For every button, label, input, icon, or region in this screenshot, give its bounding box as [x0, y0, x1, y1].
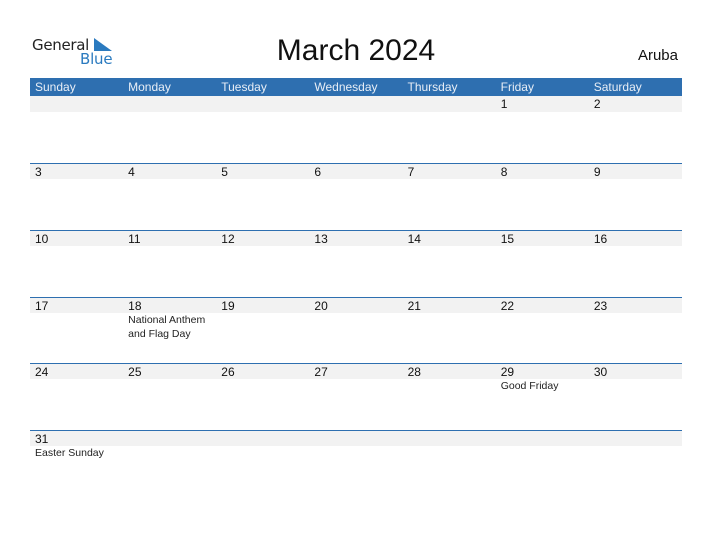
week-row: 24 25 26 27 28 29 Good Friday 30	[30, 363, 682, 430]
day-number: 27	[314, 365, 328, 379]
day-cell: 27	[309, 363, 402, 430]
day-cell: 7	[403, 163, 496, 230]
weekday-monday: Monday	[128, 80, 171, 94]
day-cell: 8	[496, 163, 589, 230]
weekday-wednesday: Wednesday	[314, 80, 378, 94]
day-number: 22	[500, 299, 515, 313]
day-cell: 10	[30, 230, 123, 297]
day-number: 20	[314, 299, 328, 313]
day-number: 1	[500, 97, 508, 111]
week-row: 3 4 5 6 7 8 9	[30, 163, 682, 230]
day-number: 12	[221, 232, 235, 246]
page-title: March 2024	[276, 34, 436, 67]
day-number: 8	[500, 165, 508, 179]
day-cell	[30, 96, 123, 163]
weekday-tuesday: Tuesday	[221, 80, 267, 94]
week-row: 31 Easter Sunday	[30, 430, 682, 497]
week-row: 17 18 National Anthem and Flag Day 19 20 21 22…	[30, 297, 682, 364]
day-number: 2	[593, 97, 601, 111]
holiday-label: National Anthem and Flag Day	[128, 314, 206, 340]
weekday-sunday: Sunday	[35, 80, 76, 94]
day-number: 13	[314, 232, 328, 246]
day-cell: 2	[589, 96, 682, 163]
day-number: 11	[128, 232, 141, 246]
day-cell: 5	[216, 163, 309, 230]
day-number: 5	[221, 165, 228, 179]
day-cell: 31 Easter Sunday	[30, 430, 123, 497]
day-number: 14	[407, 232, 421, 246]
day-number: 3	[35, 165, 42, 179]
day-cell: 22	[496, 297, 589, 364]
day-number: 29	[500, 365, 515, 379]
day-cell	[216, 430, 309, 497]
day-number: 16	[593, 232, 608, 246]
day-number: 30	[593, 365, 608, 379]
day-cell: 12	[216, 230, 309, 297]
day-cell: 14	[403, 230, 496, 297]
day-cell: 26	[216, 363, 309, 430]
week-row: 10 11 12 13 14 15 16	[30, 230, 682, 297]
day-cell	[309, 96, 402, 163]
holiday-label: Easter Sunday	[35, 447, 104, 459]
week-row: 12	[30, 96, 682, 163]
day-cell: 29 Good Friday	[496, 363, 589, 430]
day-cell: 20	[309, 297, 402, 364]
day-cell: 24	[30, 363, 123, 430]
weekday-thursday: Thursday	[407, 80, 458, 94]
day-cell: 1	[496, 96, 589, 163]
day-number: 28	[407, 365, 421, 379]
day-number: 19	[221, 299, 235, 313]
day-cell: 25	[123, 363, 216, 430]
day-cell	[123, 96, 216, 163]
day-number: 18	[128, 299, 142, 313]
country-label: Aruba	[637, 47, 678, 64]
day-cell	[216, 96, 309, 163]
day-cell: 16	[589, 230, 682, 297]
day-cell: 9	[589, 163, 682, 230]
weekday-friday: Friday	[500, 80, 534, 94]
day-cell: 15	[496, 230, 589, 297]
day-number: 21	[407, 299, 421, 313]
day-cell: 11	[123, 230, 216, 297]
day-cell	[496, 430, 589, 497]
day-number: 23	[593, 299, 608, 313]
day-cell: 13	[309, 230, 402, 297]
day-number: 24	[35, 365, 49, 379]
day-number: 25	[128, 365, 142, 379]
day-cell: 21	[403, 297, 496, 364]
day-cell	[403, 96, 496, 163]
day-cell: 28	[403, 363, 496, 430]
day-cell: 18 National Anthem and Flag Day	[123, 297, 216, 364]
weekday-header: Sunday Monday Tuesday Wednesday Thursday Frid…	[30, 78, 682, 96]
weekday-saturday: Saturday	[593, 80, 642, 94]
day-number: 4	[128, 165, 135, 179]
day-number: 31	[35, 432, 49, 446]
day-cell: 23	[589, 297, 682, 364]
day-number: 17	[35, 299, 49, 313]
day-cell: 6	[309, 163, 402, 230]
day-cell: 3	[30, 163, 123, 230]
day-cell: 19	[216, 297, 309, 364]
day-number: 15	[500, 232, 515, 246]
day-number: 26	[221, 365, 235, 379]
day-number: 6	[314, 165, 322, 179]
day-cell	[309, 430, 402, 497]
day-number: 10	[35, 232, 49, 246]
day-cell: 30	[589, 363, 682, 430]
holiday-label: Good Friday	[500, 380, 559, 392]
day-number: 9	[593, 165, 601, 179]
day-cell	[123, 430, 216, 497]
day-cell: 17	[30, 297, 123, 364]
day-cell	[403, 430, 496, 497]
day-number: 7	[407, 165, 415, 179]
day-cell	[589, 430, 682, 497]
day-cell: 4	[123, 163, 216, 230]
